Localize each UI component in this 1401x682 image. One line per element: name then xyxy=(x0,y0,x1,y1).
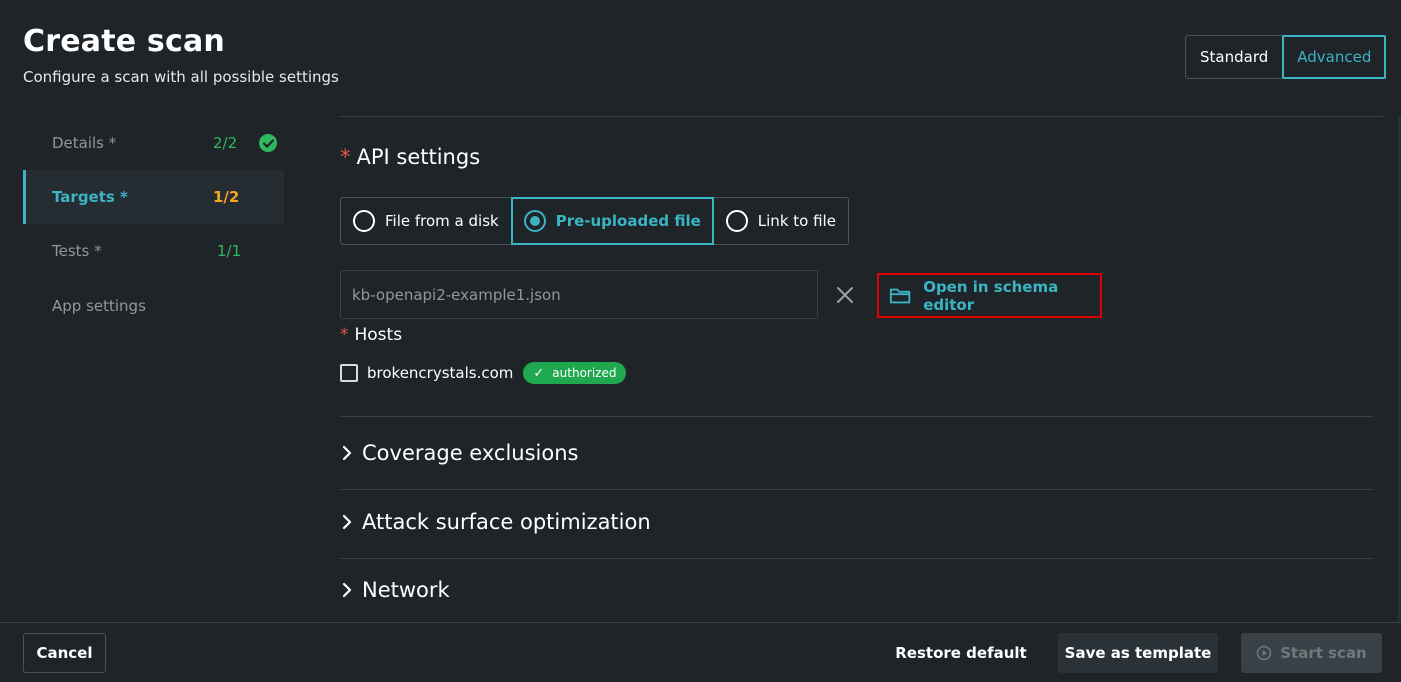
start-scan-button[interactable]: Start scan xyxy=(1241,633,1382,673)
folder-icon xyxy=(889,288,911,303)
page-title: Create scan xyxy=(23,24,225,59)
sidebar-item-targets[interactable]: Targets * 1/2 xyxy=(23,170,284,224)
chevron-right-icon xyxy=(342,514,352,530)
mode-toggle: Standard Advanced xyxy=(1185,35,1387,79)
sidebar-item-label: Details * xyxy=(52,134,117,152)
api-source-radio-group: File from a disk Pre-uploaded file Link … xyxy=(340,197,849,245)
check-circle-icon xyxy=(259,134,277,152)
header-divider xyxy=(340,116,1383,117)
sidebar-nav: Details * 2/2 Targets * 1/2 Tests * 1/1 … xyxy=(23,116,284,334)
radio-link-to-file[interactable]: Link to file xyxy=(714,198,848,244)
radio-label: Link to file xyxy=(757,212,836,230)
accordion-network[interactable]: Network xyxy=(340,578,450,602)
api-settings-title: API settings xyxy=(356,145,481,169)
sidebar-item-label: Targets * xyxy=(52,188,128,206)
sidebar-item-count: 2/2 xyxy=(213,134,238,152)
check-icon: ✓ xyxy=(533,365,545,381)
hosts-title: Hosts xyxy=(354,325,403,345)
radio-circle-icon xyxy=(353,210,375,232)
restore-default-button[interactable]: Restore default xyxy=(890,633,1032,673)
sidebar-item-count: 1/2 xyxy=(213,188,240,206)
required-mark: * xyxy=(340,145,351,169)
accordion-label: Coverage exclusions xyxy=(362,441,579,465)
mode-advanced-button[interactable]: Advanced xyxy=(1282,35,1387,79)
create-scan-page: Create scan Configure a scan with all po… xyxy=(0,0,1401,682)
sidebar-item-count: 1/1 xyxy=(217,242,242,260)
sidebar-item-details[interactable]: Details * 2/2 xyxy=(23,116,284,170)
sidebar-item-label: App settings xyxy=(52,297,146,315)
save-as-template-button[interactable]: Save as template xyxy=(1058,633,1218,673)
play-circle-icon xyxy=(1256,645,1272,661)
api-settings-heading: * API settings xyxy=(340,145,480,169)
section-divider xyxy=(340,489,1373,490)
radio-selected-icon xyxy=(523,210,546,232)
host-checkbox[interactable] xyxy=(340,364,358,382)
radio-pre-uploaded-file[interactable]: Pre-uploaded file xyxy=(510,197,714,245)
page-subtitle: Configure a scan with all possible setti… xyxy=(23,68,339,86)
chevron-right-icon xyxy=(342,445,352,461)
open-schema-editor-button[interactable]: Open in schema editor xyxy=(877,273,1102,318)
cancel-button[interactable]: Cancel xyxy=(23,633,106,673)
radio-circle-icon xyxy=(725,210,748,232)
chevron-right-icon xyxy=(342,582,352,598)
radio-label: File from a disk xyxy=(385,212,499,230)
footer-divider xyxy=(0,622,1401,623)
close-icon[interactable] xyxy=(834,284,856,306)
accordion-label: Network xyxy=(362,578,450,602)
sidebar-item-label: Tests * xyxy=(52,242,102,260)
radio-file-from-disk[interactable]: File from a disk xyxy=(341,198,511,244)
status-badge: ✓ authorized xyxy=(523,362,627,384)
host-name: brokencrystals.com xyxy=(367,364,514,382)
schema-editor-label: Open in schema editor xyxy=(923,277,1059,314)
radio-dot xyxy=(529,216,540,226)
sidebar-item-app-settings[interactable]: App settings xyxy=(23,278,284,334)
sidebar-item-tests[interactable]: Tests * 1/1 xyxy=(23,224,284,278)
host-item: brokencrystals.com ✓ authorized xyxy=(340,362,627,384)
hosts-heading: * Hosts xyxy=(340,325,402,345)
accordion-attack-surface-optimization[interactable]: Attack surface optimization xyxy=(340,510,651,534)
accordion-coverage-exclusions[interactable]: Coverage exclusions xyxy=(340,441,578,465)
start-scan-label: Start scan xyxy=(1280,644,1367,662)
section-divider xyxy=(340,416,1373,417)
required-mark: * xyxy=(340,325,349,345)
mode-standard-button[interactable]: Standard xyxy=(1186,36,1282,78)
badge-label: authorized xyxy=(552,366,617,380)
accordion-label: Attack surface optimization xyxy=(362,510,651,534)
section-divider xyxy=(340,558,1373,559)
pre-uploaded-file-input[interactable] xyxy=(340,270,818,319)
radio-label: Pre-uploaded file xyxy=(555,212,701,230)
